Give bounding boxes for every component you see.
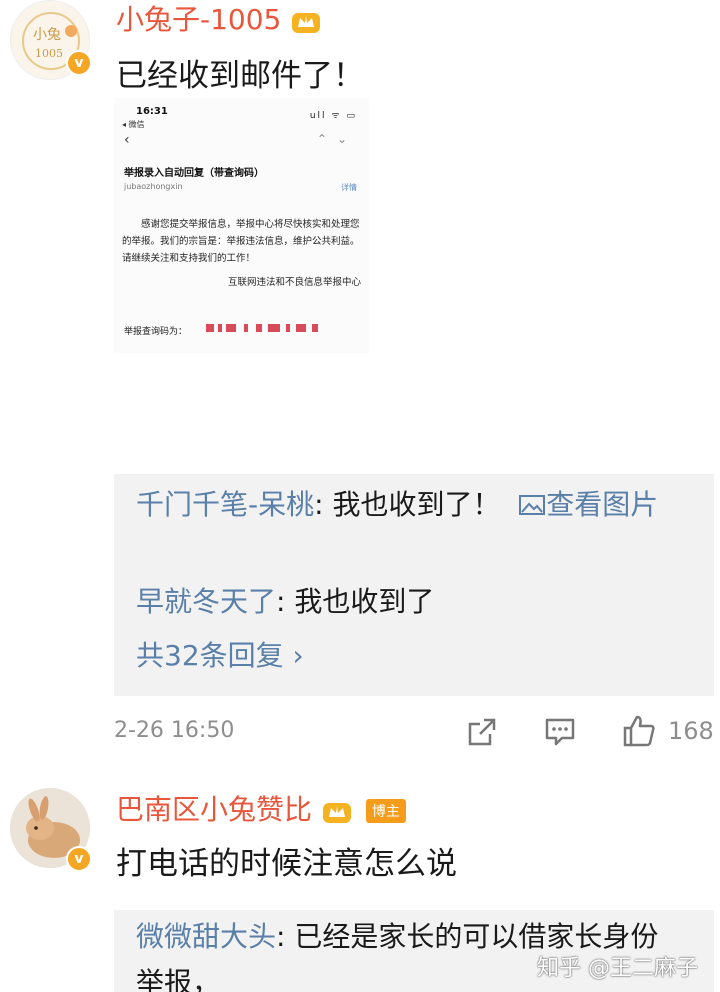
comment-image[interactable]: 16:31 ◂ 微信 ull ᯤ ▭ ‹ ⌃⌄ 举报录入自动回复（带查询码） j… bbox=[114, 98, 369, 353]
share-icon[interactable] bbox=[466, 716, 498, 748]
reply-box: 千门千笔-呆桃: 我也收到了！ 查看图片 早就冬天了: 我也收到了 共32条回复… bbox=[114, 474, 714, 696]
reply-author[interactable]: 千门千笔-呆桃 bbox=[136, 488, 314, 521]
host-badge: 博主 bbox=[365, 799, 406, 823]
comment-icon[interactable] bbox=[544, 716, 576, 748]
redacted-mark bbox=[256, 324, 262, 332]
username[interactable]: 巴南区小兔赞比 博主 bbox=[116, 788, 406, 828]
redacted-mark bbox=[286, 324, 290, 332]
redacted-mark bbox=[296, 324, 306, 332]
reply-text: : 我也收到了 bbox=[276, 585, 435, 618]
redacted-mark bbox=[206, 324, 214, 332]
email-body: 感谢您提交举报信息，举报中心将尽快核实和处理您的举报。我们的宗旨是：举报违法信息… bbox=[122, 216, 362, 267]
phone-status-icons: ull ᯤ ▭ bbox=[309, 111, 357, 121]
reply-item[interactable]: 千门千笔-呆桃: 我也收到了！ 查看图片 bbox=[136, 482, 696, 528]
crown-icon bbox=[322, 803, 351, 823]
comment-text: 已经收到邮件了！ bbox=[116, 58, 364, 94]
prev-next-arrows-icon: ⌃⌄ bbox=[316, 132, 357, 146]
email-code-label: 举报查询码为： bbox=[124, 327, 188, 337]
more-replies-link[interactable]: 共32条回复 › bbox=[136, 634, 304, 674]
like-count: 168 bbox=[668, 717, 714, 745]
comment-text: 打电话的时候注意怎么说 bbox=[116, 846, 457, 882]
view-image-label[interactable]: 查看图片 bbox=[546, 488, 658, 521]
phone-time: 16:31 bbox=[136, 106, 168, 117]
crown-icon bbox=[292, 13, 321, 33]
image-icon bbox=[519, 495, 546, 515]
email-signature: 互联网违法和不良信息举报中心 bbox=[227, 277, 361, 288]
redacted-mark bbox=[268, 324, 280, 332]
reply-author[interactable]: 早就冬天了 bbox=[136, 585, 276, 618]
reply-author[interactable]: 微微甜大头 bbox=[136, 920, 276, 953]
redacted-mark bbox=[226, 324, 236, 332]
redacted-mark bbox=[244, 324, 248, 332]
like-icon[interactable] bbox=[622, 714, 656, 748]
verified-icon: v bbox=[66, 50, 92, 76]
comment-time: 2-26 16:50 bbox=[114, 718, 235, 743]
email-body-text: 感谢您提交举报信息，举报中心将尽快核实和处理您的举报。我们的宗旨是：举报违法信息… bbox=[122, 219, 360, 264]
back-chevron-icon: ‹ bbox=[124, 132, 130, 148]
avatar[interactable]: 小兔 1005 v bbox=[10, 0, 92, 80]
username[interactable]: 小兔子-1005 bbox=[116, 0, 322, 38]
watermark: 知乎 @王二麻子 bbox=[537, 956, 698, 981]
email-sender: jubaozhongxin bbox=[124, 182, 183, 191]
reply-item[interactable]: 早就冬天了: 我也收到了 bbox=[136, 580, 434, 620]
phone-back-label: ◂ 微信 bbox=[122, 120, 145, 129]
email-detail-link: 详情 bbox=[341, 183, 357, 192]
verified-icon: v bbox=[66, 846, 92, 872]
avatar[interactable]: v bbox=[10, 788, 92, 872]
svg-text:1005: 1005 bbox=[35, 47, 63, 60]
redacted-mark bbox=[218, 324, 222, 332]
reply-text: : 我也收到了！ bbox=[314, 488, 501, 521]
view-image-link[interactable]: 查看图片 bbox=[518, 488, 658, 521]
redacted-mark bbox=[312, 324, 318, 332]
email-subject: 举报录入自动回复（带查询码） bbox=[124, 168, 264, 179]
svg-text:小兔: 小兔 bbox=[33, 27, 61, 43]
comment-item: 小兔 1005 v 小兔子-1005 已经收到邮件了！ 16:31 ◂ 微信 u… bbox=[0, 0, 720, 770]
